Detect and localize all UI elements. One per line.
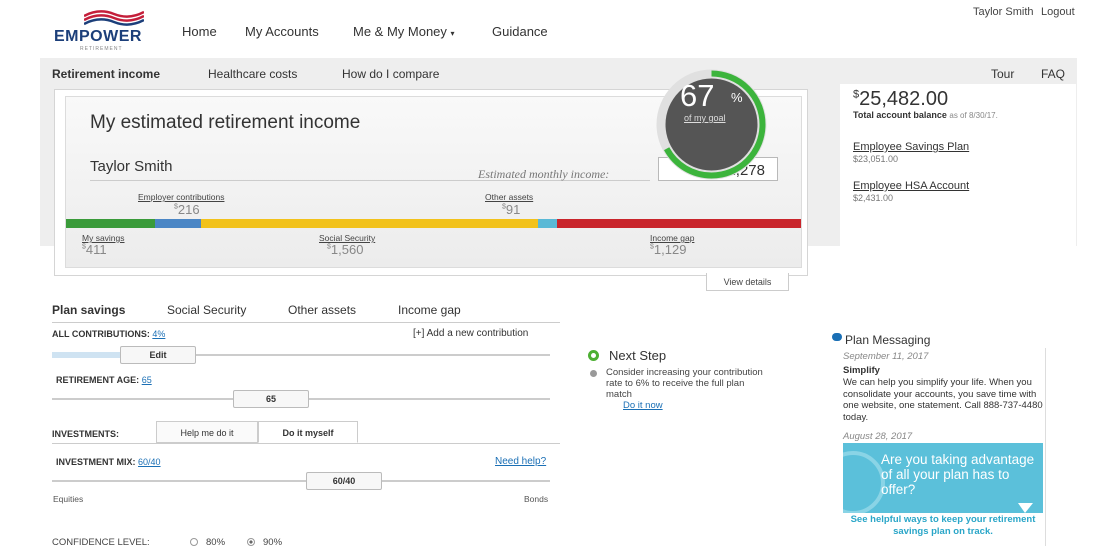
do-it-now-link[interactable]: Do it now <box>623 400 663 411</box>
add-contribution-link[interactable]: [+] Add a new contribution <box>413 328 528 339</box>
message-body: We can help you simplify your life. When… <box>843 377 1043 423</box>
total-balance-label: Total account balance as of 8/30/17. <box>853 110 998 120</box>
investment-mix-slider-track[interactable] <box>52 480 550 482</box>
tab-retirement-income[interactable]: Retirement income <box>52 67 160 81</box>
investments-divider <box>52 443 560 444</box>
nav-my-accounts[interactable]: My Accounts <box>245 24 319 39</box>
tour-link[interactable]: Tour <box>991 67 1014 81</box>
value-text: 411 <box>85 242 107 257</box>
bar-segment-social-security <box>201 219 538 228</box>
plan-messaging-title: Plan Messaging <box>845 333 931 347</box>
tab-income-gap[interactable]: Income gap <box>398 303 461 317</box>
confidence-80-label: 80% <box>206 537 226 546</box>
nav-home[interactable]: Home <box>182 24 217 39</box>
user-name[interactable]: Taylor Smith <box>973 6 1034 18</box>
promo-cta-link[interactable]: See helpful ways to keep your retirement… <box>843 514 1043 537</box>
label-text: RETIREMENT AGE: <box>56 375 140 385</box>
total-balance: $25,482.00 <box>853 88 948 111</box>
confidence-90-radio[interactable] <box>247 538 255 546</box>
nav-me-and-my-money[interactable]: Me & My Money ▾ <box>353 24 455 39</box>
message-heading: Simplify <box>843 365 880 376</box>
goal-label-link[interactable]: of my goal <box>684 113 726 123</box>
bar-segment-employer-contributions <box>154 219 202 228</box>
confidence-90-label: 90% <box>263 537 283 546</box>
employer-contributions-label[interactable]: Employer contributions <box>138 192 224 202</box>
equities-label: Equities <box>53 494 84 504</box>
confidence-80-radio[interactable] <box>190 538 198 546</box>
other-assets-label[interactable]: Other assets <box>485 192 533 202</box>
tab-plan-savings[interactable]: Plan savings <box>52 303 125 317</box>
value-text: 1,129 <box>653 242 687 257</box>
retirement-age-handle[interactable]: 65 <box>233 390 309 408</box>
retirement-age-label: RETIREMENT AGE: 65 <box>56 375 152 385</box>
balance-value: 25,482.00 <box>859 88 949 110</box>
nav-guidance[interactable]: Guidance <box>492 24 548 39</box>
income-breakdown-bar <box>66 219 801 228</box>
social-security-value: $1,560 <box>327 242 363 257</box>
bar-segment-my-savings <box>66 219 155 228</box>
retirement-age-value-link[interactable]: 65 <box>142 375 152 385</box>
message-date: September 11, 2017 <box>843 351 929 362</box>
confidence-level-label: CONFIDENCE LEVEL: <box>52 537 150 546</box>
my-savings-value: $411 <box>82 242 107 257</box>
bar-segment-income-gap <box>557 219 801 228</box>
bullet-icon <box>590 370 597 377</box>
nav-label: Me & My Money <box>353 24 447 39</box>
promo-text: Are you taking advantage of all your pla… <box>881 452 1035 497</box>
goal-percent: 67 <box>680 78 715 113</box>
contribution-edit-handle[interactable]: Edit <box>120 346 196 364</box>
tab-do-it-myself[interactable]: Do it myself <box>258 421 358 443</box>
tab-social-security[interactable]: Social Security <box>167 303 246 317</box>
account-amount-hsa: $2,431.00 <box>853 193 894 203</box>
flag-icon <box>84 10 144 26</box>
tab-how-do-i-compare[interactable]: How do I compare <box>342 67 439 81</box>
tab-divider <box>52 322 560 323</box>
contributions-value-link[interactable]: 4% <box>152 329 165 339</box>
estimated-monthly-income-label: Estimated monthly income: <box>478 167 610 181</box>
logo-text: EMPOWER <box>54 28 142 45</box>
logo-subtext: RETIREMENT <box>80 46 123 52</box>
value-text: 91 <box>505 202 521 217</box>
investment-mix-label: INVESTMENT MIX: 60/40 <box>56 457 161 467</box>
account-link-hsa[interactable]: Employee HSA Account <box>853 180 969 192</box>
other-assets-value: $91 <box>502 202 520 217</box>
chat-bubble-icon <box>832 333 842 341</box>
label-text: INVESTMENT MIX: <box>56 457 136 467</box>
employer-contributions-value: $216 <box>174 202 200 217</box>
next-step-text: Consider increasing your contribution ra… <box>606 367 771 411</box>
view-details-tab[interactable]: View details <box>706 273 789 291</box>
faq-link[interactable]: FAQ <box>1041 67 1065 81</box>
goal-percent-sign: % <box>731 90 743 105</box>
logout-link[interactable]: Logout <box>1041 6 1075 18</box>
message-date: August 28, 2017 <box>843 431 913 442</box>
investments-label: INVESTMENTS: <box>52 429 120 439</box>
value-text: 216 <box>177 202 200 217</box>
income-gap-value: $1,129 <box>650 242 686 257</box>
bonds-label: Bonds <box>524 494 549 504</box>
empower-logo[interactable]: EMPOWER RETIREMENT <box>54 8 146 52</box>
account-link-savings-plan[interactable]: Employee Savings Plan <box>853 141 969 153</box>
next-step-icon <box>588 350 599 361</box>
participant-name: Taylor Smith <box>90 158 173 175</box>
need-help-link[interactable]: Need help? <box>495 456 546 467</box>
all-contributions-label: ALL CONTRIBUTIONS: 4% <box>52 329 165 339</box>
caret-down-icon: ▾ <box>450 29 455 38</box>
tab-healthcare-costs[interactable]: Healthcare costs <box>208 67 297 81</box>
tab-help-me-do-it[interactable]: Help me do it <box>156 421 258 443</box>
card-title: My estimated retirement income <box>90 112 361 133</box>
next-step-title: Next Step <box>609 348 667 363</box>
as-of-date: as of 8/30/17. <box>949 111 998 120</box>
label-text: ALL CONTRIBUTIONS: <box>52 329 150 339</box>
tab-other-assets[interactable]: Other assets <box>288 303 356 317</box>
investment-mix-value-link[interactable]: 60/40 <box>138 457 161 467</box>
value-text: 1,560 <box>330 242 364 257</box>
bar-segment-other-assets <box>537 219 558 228</box>
investment-mix-handle[interactable]: 60/40 <box>306 472 382 490</box>
label-text: Total account balance <box>853 110 947 120</box>
next-step-message: Consider increasing your contribution ra… <box>606 367 763 400</box>
account-amount-savings-plan: $23,051.00 <box>853 154 899 164</box>
